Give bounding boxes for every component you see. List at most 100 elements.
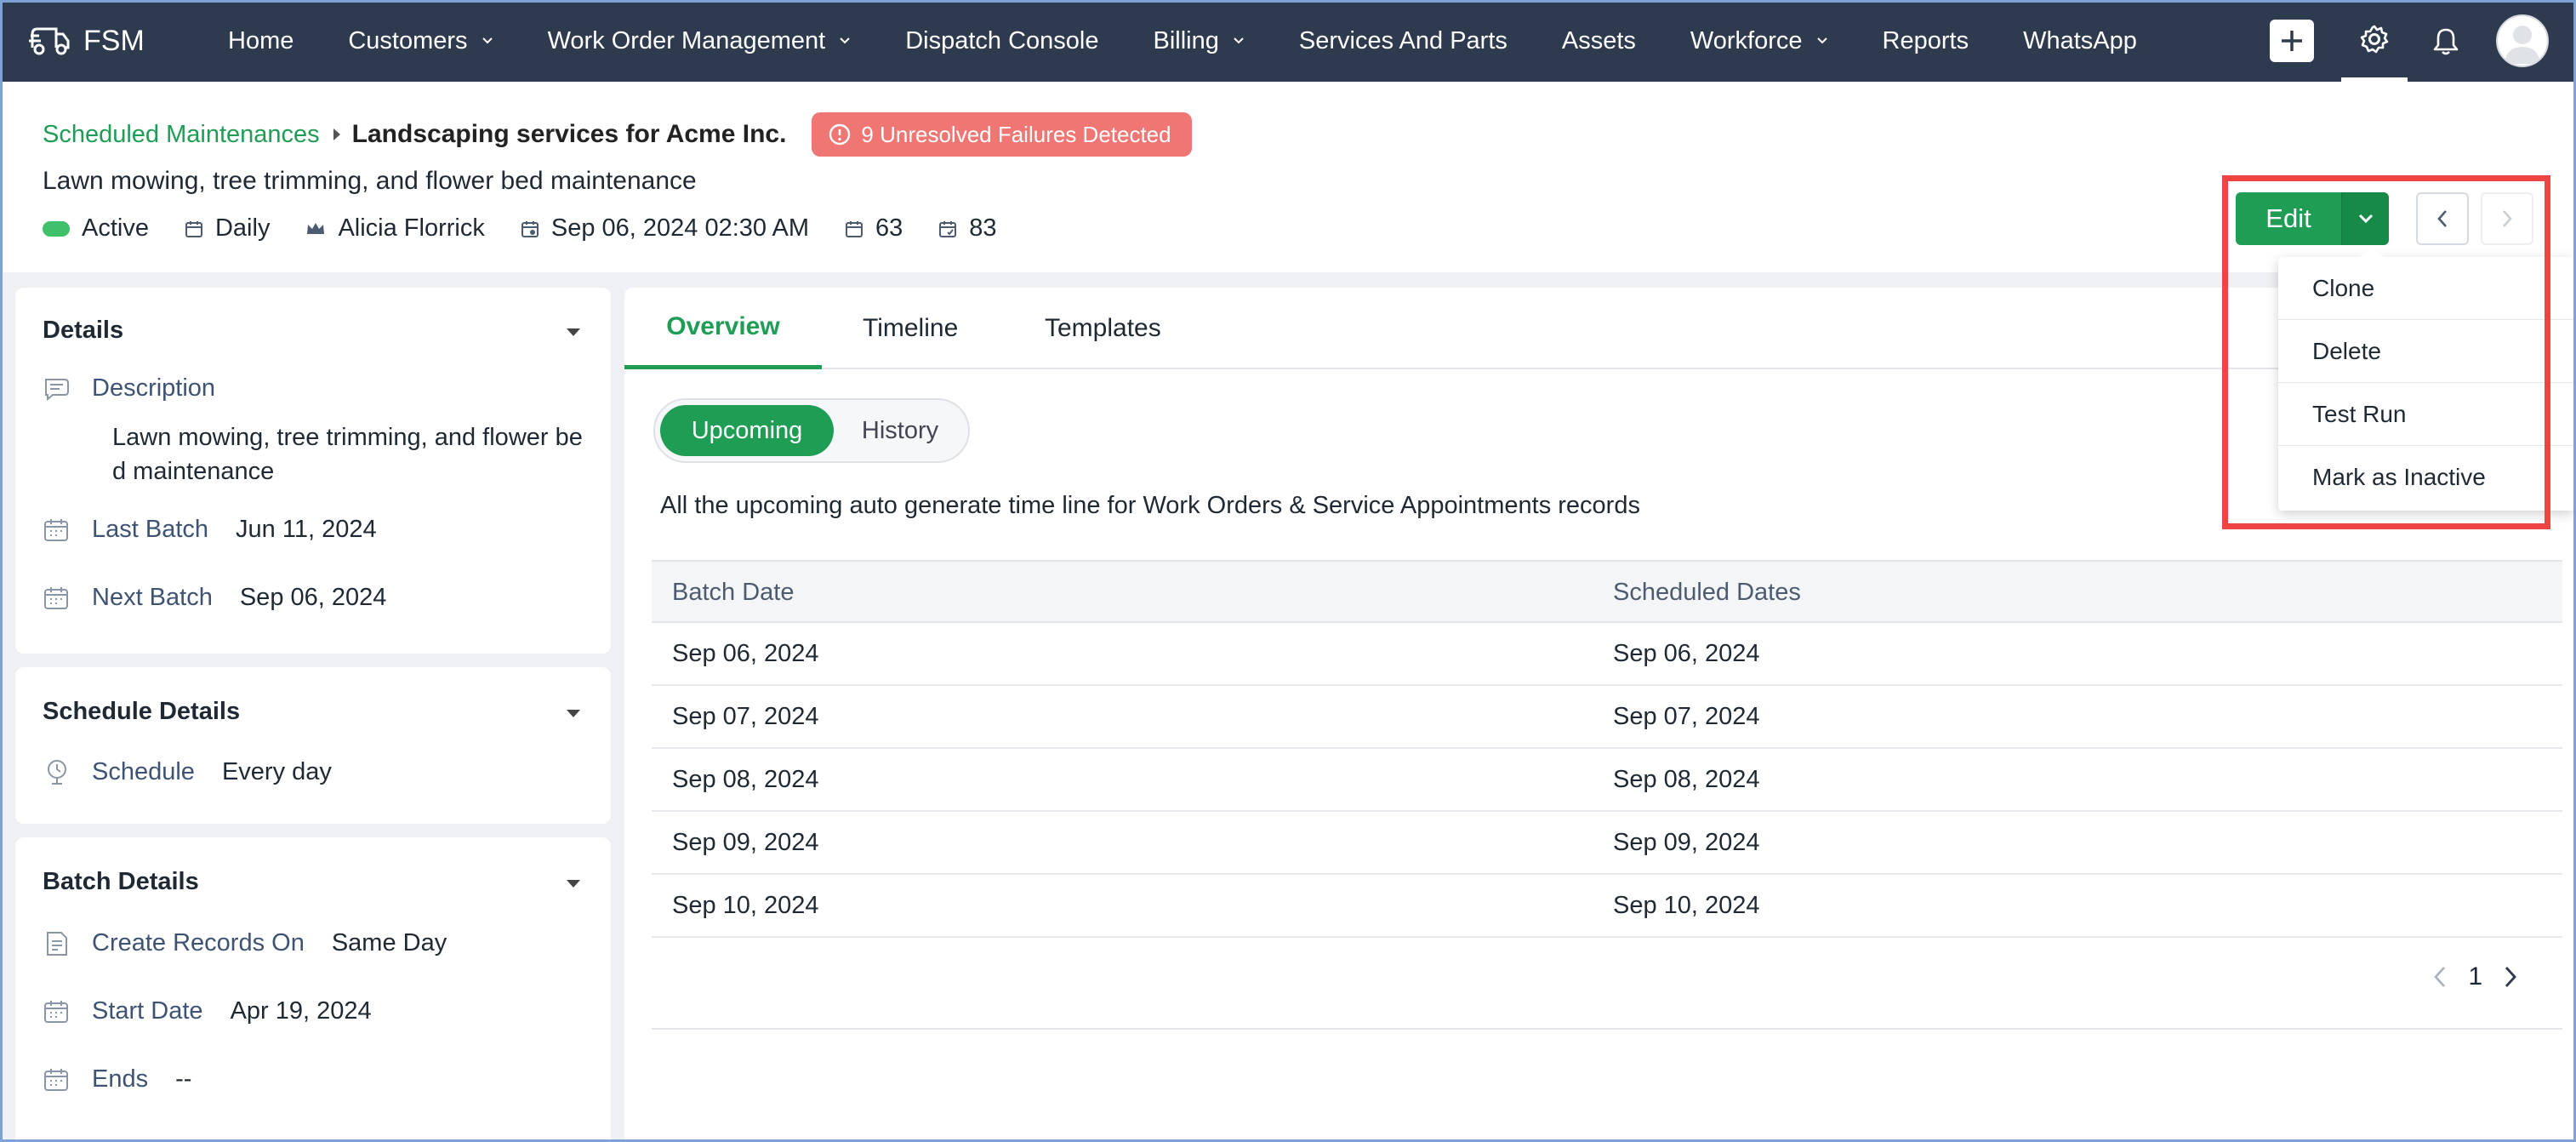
details-card: Details Description Lawn mowing, tree tr… (15, 288, 611, 654)
batch-collapse-icon[interactable] (567, 880, 580, 888)
cell-scheduled-date: Sep 06, 2024 (1613, 639, 1760, 667)
nav-item-services-and-parts[interactable]: Services And Parts (1299, 0, 1507, 82)
create-records-label: Create Records On (92, 929, 305, 956)
owner-text: Alicia Florrick (338, 214, 485, 242)
ends-label: Ends (92, 1065, 149, 1093)
history-toggle[interactable]: History (834, 405, 966, 456)
chevron-down-icon (1234, 37, 1244, 44)
tab-templates[interactable]: Templates (1045, 288, 1161, 369)
nav-item-home[interactable]: Home (228, 0, 294, 82)
upcoming-batches-table: Batch Date Scheduled Dates Sep 06, 2024 S… (652, 560, 2562, 938)
cell-scheduled-date: Sep 09, 2024 (1613, 828, 1760, 856)
nav-item-dispatch-console[interactable]: Dispatch Console (905, 0, 1098, 82)
clock-pin-icon (48, 760, 66, 785)
table-row[interactable]: Sep 08, 2024 Sep 08, 2024 (652, 749, 2562, 812)
unresolved-failures-text: 9 Unresolved Failures Detected (861, 121, 1171, 147)
user-avatar[interactable] (2496, 14, 2549, 67)
breadcrumb-scheduled-maintenances[interactable]: Scheduled Maintenances (43, 121, 320, 149)
breadcrumb: Scheduled Maintenances Landscaping servi… (43, 112, 1192, 157)
ends-field: Ends -- (43, 1065, 191, 1093)
chevron-down-icon (1816, 37, 1827, 44)
last-batch-field: Last Batch Jun 11, 2024 (43, 516, 377, 544)
menu-item-clone[interactable]: Clone (2278, 257, 2574, 320)
chevron-down-icon (840, 37, 850, 44)
page-next-button[interactable] (2498, 960, 2523, 994)
last-batch-label: Last Batch (92, 516, 209, 543)
nav-item-assets[interactable]: Assets (1562, 0, 1636, 82)
menu-item-test-run[interactable]: Test Run (2278, 383, 2574, 446)
frequency-text: Daily (214, 214, 271, 242)
count-a-text: 63 (875, 214, 903, 242)
upcoming-toggle[interactable]: Upcoming (660, 405, 834, 456)
last-batch-value: Jun 11, 2024 (236, 516, 377, 543)
page-prev-button[interactable] (2427, 960, 2453, 994)
cell-batch-date: Sep 06, 2024 (672, 639, 819, 667)
unresolved-failures-badge[interactable]: 9 Unresolved Failures Detected (812, 112, 1192, 157)
menu-item-mark-as-inactive[interactable]: Mark as Inactive (2278, 446, 2574, 509)
cell-batch-date: Sep 08, 2024 (672, 765, 819, 793)
status-text: Active (82, 214, 149, 242)
calendar-icon (44, 586, 68, 609)
nav-item-reports[interactable]: Reports (1883, 0, 1969, 82)
plus-icon (2282, 31, 2302, 51)
create-records-field: Create Records On Same Day (43, 929, 447, 957)
gear-icon (2360, 25, 2389, 53)
start-date-label: Start Date (92, 997, 203, 1025)
settings-button[interactable] (2341, 0, 2408, 82)
chevron-down-icon (482, 37, 493, 44)
record-meta: Active Daily Alicia Florrick Sep 06, 202… (43, 214, 1033, 243)
nav-item-label: Services And Parts (1298, 26, 1507, 54)
status-dot-icon (43, 220, 70, 237)
breadcrumb-separator-icon (333, 128, 340, 140)
tab-overview[interactable]: Overview (624, 288, 822, 369)
details-collapse-icon[interactable] (567, 328, 580, 336)
nav-item-label: Workforce (1690, 26, 1803, 54)
nav-item-label: Dispatch Console (905, 26, 1099, 54)
next-run-text: Sep 06, 2024 02:30 AM (550, 214, 809, 242)
table-row[interactable]: Sep 07, 2024 Sep 07, 2024 (652, 686, 2562, 749)
schedule-card-title: Schedule Details (43, 698, 241, 725)
start-date-value: Apr 19, 2024 (230, 997, 372, 1025)
schedule-collapse-icon[interactable] (567, 710, 580, 717)
nav-item-label: Reports (1882, 26, 1969, 54)
chevron-left-icon (2437, 210, 2447, 227)
nav-item-customers[interactable]: Customers (348, 0, 493, 82)
calendar-icon (44, 1000, 68, 1023)
tab-timeline[interactable]: Timeline (863, 288, 958, 369)
chevron-down-icon (2358, 214, 2373, 224)
previous-record-button[interactable] (2416, 192, 2469, 245)
table-bottom-divider (652, 1028, 2562, 1030)
nav-item-work-order-management[interactable]: Work Order Management (548, 0, 852, 82)
chevron-right-icon (2503, 210, 2512, 227)
current-page: 1 (2468, 962, 2482, 991)
calendar-icon (44, 1068, 68, 1091)
column-batch-date: Batch Date (672, 578, 795, 606)
table-row[interactable]: Sep 10, 2024 Sep 10, 2024 (652, 875, 2562, 938)
user-silhouette-icon (2505, 26, 2540, 64)
table-row[interactable]: Sep 06, 2024 Sep 06, 2024 (652, 623, 2562, 686)
description-icon (45, 378, 69, 401)
nav-item-whatsapp[interactable]: WhatsApp (2023, 0, 2137, 82)
calendar-clock-icon (521, 220, 539, 237)
edit-button[interactable]: Edit (2236, 192, 2341, 245)
alert-circle-icon (829, 123, 851, 146)
count-a-indicator: 63 (845, 214, 903, 243)
calendar-icon (185, 220, 202, 237)
nav-item-label: Work Order Management (547, 26, 826, 54)
cell-batch-date: Sep 07, 2024 (672, 702, 819, 730)
quick-create-button[interactable] (2270, 20, 2314, 62)
cell-batch-date: Sep 10, 2024 (672, 891, 819, 919)
nav-item-billing[interactable]: Billing (1154, 0, 1245, 82)
edit-dropdown-toggle[interactable] (2341, 192, 2389, 245)
menu-item-delete[interactable]: Delete (2278, 320, 2574, 383)
frequency-indicator: Daily (185, 214, 270, 243)
app-logo[interactable]: FSM (27, 22, 172, 60)
ends-value: -- (175, 1065, 192, 1093)
next-record-button[interactable] (2481, 192, 2533, 245)
table-header: Batch Date Scheduled Dates (652, 560, 2562, 623)
owner-indicator: Alicia Florrick (305, 214, 485, 243)
notifications-button[interactable] (2416, 0, 2476, 82)
upcoming-history-toggle: Upcoming History (653, 398, 970, 463)
table-row[interactable]: Sep 09, 2024 Sep 09, 2024 (652, 812, 2562, 875)
nav-item-workforce[interactable]: Workforce (1690, 0, 1828, 82)
